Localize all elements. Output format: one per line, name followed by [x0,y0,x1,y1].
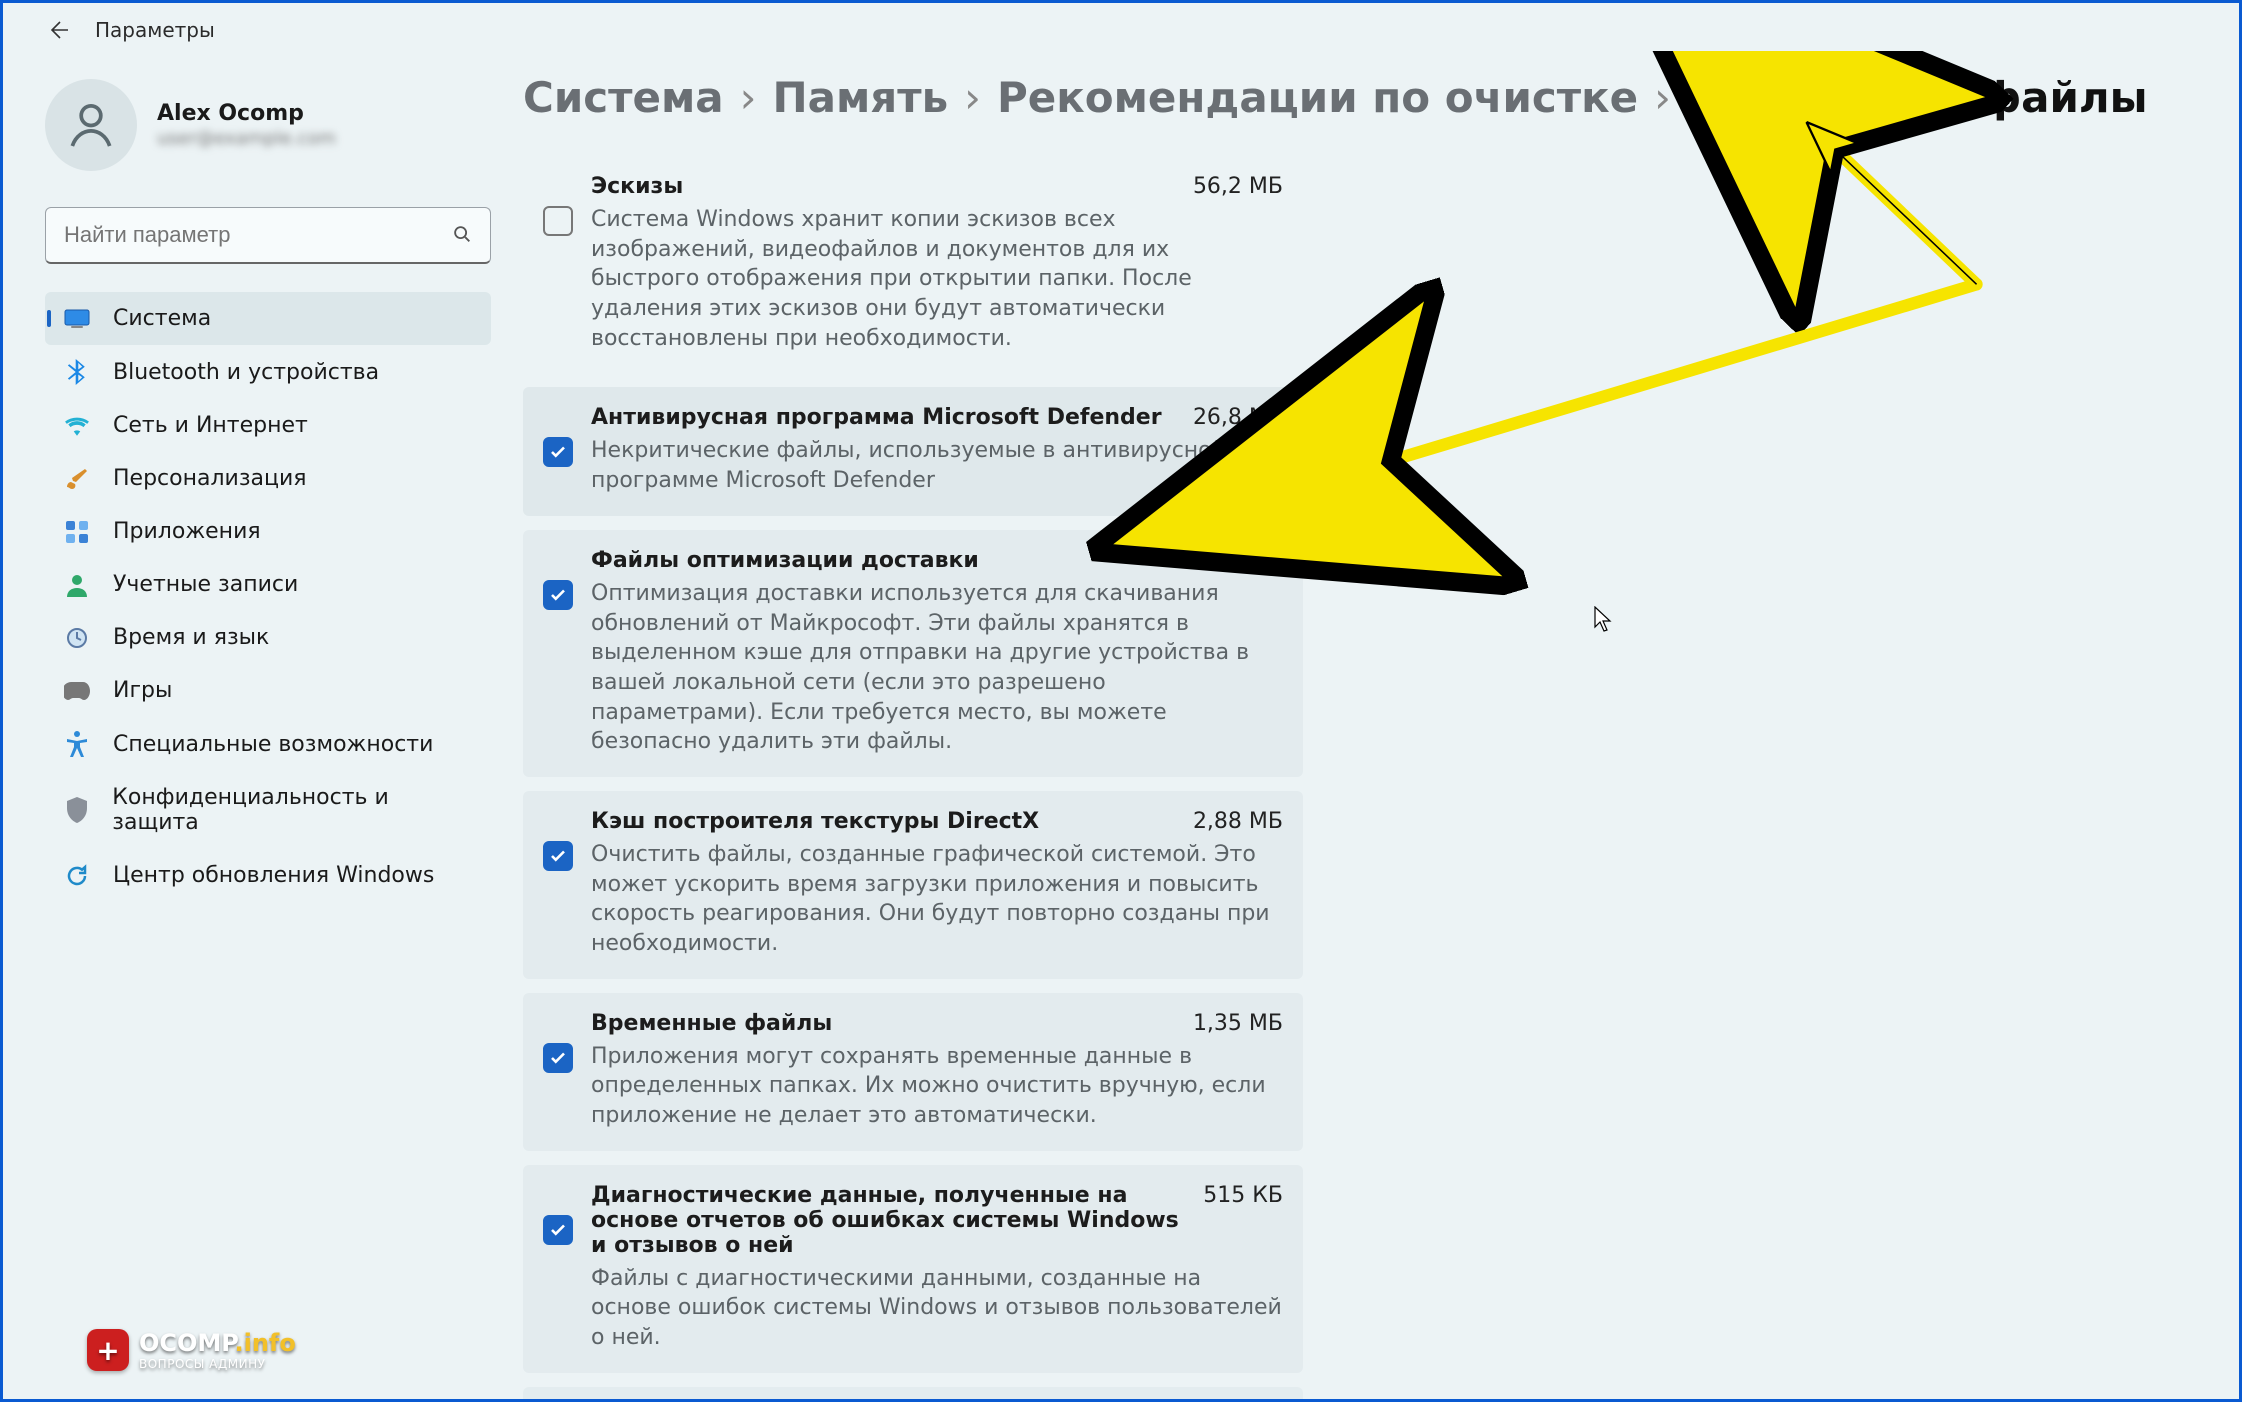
nav-bluetooth[interactable]: Bluetooth и устройства [45,345,491,399]
nav-label: Центр обновления Windows [113,863,434,888]
shield-icon [63,797,90,823]
item-desc: Оптимизация доставки используется для ск… [591,579,1283,757]
nav-label: Bluetooth и устройства [113,360,379,385]
window-title: Параметры [95,18,215,42]
nav-system[interactable]: Система [45,292,491,345]
update-icon [63,864,91,888]
cleanup-item[interactable]: Временные файлы Интернета 425 КБ [523,1387,1303,1399]
nav-time-language[interactable]: Время и язык [45,611,491,664]
chevron-right-icon: › [958,73,987,122]
apps-icon [63,521,91,543]
search-icon [451,223,473,249]
chevron-right-icon: › [1648,73,1677,122]
main-content: Система › Память › Рекомендации по очист… [523,51,2239,1399]
item-desc: Некритические файлы, используемые в анти… [591,436,1283,495]
topbar: Параметры [3,3,2239,51]
breadcrumb-part[interactable]: Система [523,73,724,122]
item-desc: Система Windows хранит копии эскизов все… [591,205,1283,353]
nav-label: Учетные записи [113,572,298,597]
chevron-right-icon: › [734,73,763,122]
person-icon [63,573,91,597]
breadcrumb-part[interactable]: Рекомендации по очистке [997,73,1638,122]
accessibility-icon [63,731,91,757]
item-size: 10,3 МБ [1193,548,1283,573]
item-title: Временные файлы [591,1011,1193,1036]
breadcrumb: Система › Память › Рекомендации по очист… [523,73,2191,122]
item-title: Файлы оптимизации доставки [591,548,1193,573]
profile-email: user@example.com [157,128,336,149]
profile-name: Alex Ocomp [157,101,336,126]
checkbox[interactable] [543,437,573,467]
checkbox[interactable] [543,206,573,236]
item-title: Эскизы [591,174,1193,199]
watermark-sub: ВОПРОСЫ АДМИНУ [139,1358,296,1370]
item-size: 2,88 МБ [1193,809,1283,834]
checkbox[interactable] [543,1215,573,1245]
item-size: 1,35 МБ [1193,1011,1283,1036]
watermark: + OCOMP.info ВОПРОСЫ АДМИНУ [87,1329,296,1371]
profile-block[interactable]: Alex Ocomp user@example.com [45,79,491,171]
plus-icon: + [87,1329,129,1371]
cleanup-item[interactable]: Диагностические данные, полученные на ос… [523,1165,1303,1373]
cleanup-item[interactable]: Кэш построителя текстуры DirectX 2,88 МБ… [523,791,1303,979]
wifi-icon [63,416,91,436]
globe-clock-icon [63,626,91,650]
item-title: Кэш построителя текстуры DirectX [591,809,1193,834]
back-button[interactable] [45,17,71,43]
item-size: 515 КБ [1203,1183,1283,1208]
nav-label: Приложения [113,519,261,544]
breadcrumb-current: Временные файлы [1687,73,2148,122]
nav-apps[interactable]: Приложения [45,505,491,558]
nav-gaming[interactable]: Игры [45,664,491,717]
checkbox[interactable] [543,841,573,871]
checkbox[interactable] [543,1043,573,1073]
nav-label: Персонализация [113,466,307,491]
cleanup-list: Эскизы 56,2 МБ Система Windows хранит ко… [523,156,1303,1399]
nav-label: Время и язык [113,625,269,650]
person-icon [63,97,119,153]
brush-icon [63,467,91,491]
item-title: Диагностические данные, полученные на ос… [591,1183,1203,1258]
nav-label: Конфиденциальность и защита [112,785,473,835]
nav: Система Bluetooth и устройства Сеть и Ин… [45,292,491,902]
item-desc: Приложения могут сохранять временные дан… [591,1042,1283,1131]
cleanup-item[interactable]: Файлы оптимизации доставки 10,3 МБ Оптим… [523,530,1303,777]
cleanup-item[interactable]: Антивирусная программа Microsoft Defende… [523,387,1303,515]
nav-windows-update[interactable]: Центр обновления Windows [45,849,491,902]
nav-label: Специальные возможности [113,732,433,757]
mouse-cursor-icon [1593,606,1615,634]
nav-label: Сеть и Интернет [113,413,308,438]
sidebar: Alex Ocomp user@example.com Система [3,51,523,1399]
search-input[interactable] [45,207,491,264]
nav-personalization[interactable]: Персонализация [45,452,491,505]
cleanup-item[interactable]: Эскизы 56,2 МБ Система Windows хранит ко… [523,156,1303,373]
item-desc: Файлы с диагностическими данными, создан… [591,1264,1283,1353]
item-size: 26,8 МБ [1193,405,1283,430]
avatar [45,79,137,171]
nav-label: Система [113,306,211,331]
cleanup-item[interactable]: Временные файлы 1,35 МБ Приложения могут… [523,993,1303,1151]
bluetooth-icon [63,359,91,385]
checkbox[interactable] [543,580,573,610]
settings-window: Параметры Alex Ocomp user@example.com [0,0,2242,1402]
item-size: 56,2 МБ [1193,174,1283,199]
search-wrap [45,207,491,264]
nav-accounts[interactable]: Учетные записи [45,558,491,611]
arrow-left-icon [46,18,70,42]
breadcrumb-part[interactable]: Память [772,73,948,122]
nav-network[interactable]: Сеть и Интернет [45,399,491,452]
nav-accessibility[interactable]: Специальные возможности [45,717,491,771]
display-icon [63,309,91,329]
item-desc: Очистить файлы, созданные графической си… [591,840,1283,959]
gamepad-icon [63,682,91,700]
watermark-brand: OCOMP.info [139,1331,296,1355]
item-title: Антивирусная программа Microsoft Defende… [591,405,1193,430]
nav-privacy[interactable]: Конфиденциальность и защита [45,771,491,849]
nav-label: Игры [113,678,172,703]
